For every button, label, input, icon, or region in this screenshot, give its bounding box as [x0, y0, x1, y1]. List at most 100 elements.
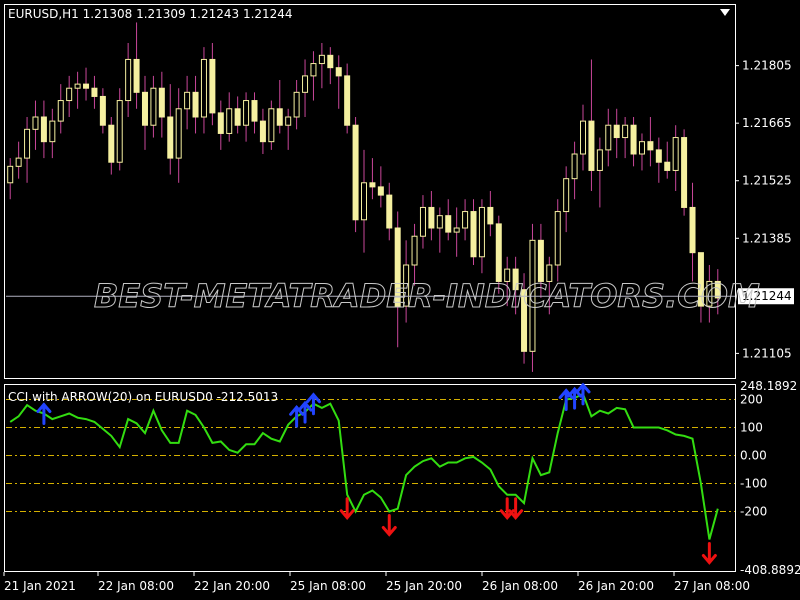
- candle-body-bear: [470, 211, 477, 258]
- price-tick-label: 1.21385: [742, 231, 792, 245]
- candle-body-bear: [537, 239, 544, 282]
- candle-body-bull: [580, 120, 587, 155]
- candle: [647, 117, 654, 167]
- candle: [150, 75, 157, 138]
- candle-body-bull: [453, 227, 460, 233]
- candle: [57, 84, 64, 134]
- candle-body-bear: [352, 124, 359, 221]
- candle-body-bull: [672, 137, 679, 171]
- candle: [40, 100, 47, 159]
- candle: [24, 117, 31, 183]
- candle: [462, 199, 469, 241]
- candle: [369, 158, 376, 200]
- candle-body-bear: [251, 100, 258, 122]
- candle-body-bull: [268, 108, 275, 143]
- candle: [268, 100, 275, 150]
- time-axis-label: 26 Jan 20:00: [578, 579, 654, 593]
- close-triangle-icon[interactable]: [720, 9, 730, 16]
- candle-body-bear: [259, 120, 266, 143]
- candle: [285, 108, 292, 150]
- cci-tick-label: -100: [740, 477, 767, 491]
- candle: [184, 75, 191, 130]
- candle-body-bull: [411, 235, 418, 266]
- candle-body-bear: [664, 161, 671, 171]
- candle-body-bear: [234, 108, 241, 126]
- candle-body-bull: [478, 206, 485, 258]
- candle: [655, 137, 662, 183]
- time-axis-label: 27 Jan 08:00: [674, 579, 750, 593]
- candle: [419, 195, 426, 249]
- candle-body-bull: [150, 87, 157, 126]
- candle-body-bear: [327, 54, 334, 69]
- candle: [259, 108, 266, 154]
- price-tick-label: 1.21805: [742, 59, 792, 73]
- candle: [580, 104, 587, 171]
- candle-body-bull: [32, 116, 39, 130]
- candle: [133, 22, 140, 109]
- candle-body-bull: [57, 100, 64, 122]
- candle-body-bull: [436, 215, 443, 229]
- time-axis-label: 25 Jan 20:00: [386, 579, 462, 593]
- candle: [158, 71, 165, 138]
- candle: [664, 141, 671, 179]
- candle-body-bear: [588, 120, 595, 171]
- sell-arrow-icon: [508, 497, 524, 521]
- candle-body-bear: [91, 87, 98, 97]
- candle: [302, 59, 309, 117]
- candle: [386, 182, 393, 241]
- candle: [209, 43, 216, 126]
- chart-canvas[interactable]: 1.218051.216651.215251.213851.211051.212…: [0, 0, 800, 600]
- candle: [200, 47, 207, 134]
- candle-body-bear: [209, 58, 216, 114]
- main-panel-frame: [4, 4, 736, 379]
- candle: [167, 84, 174, 175]
- candle: [276, 80, 283, 134]
- candle: [377, 166, 384, 208]
- candle: [588, 59, 595, 191]
- sell-arrow-icon: [381, 514, 397, 537]
- candle: [91, 75, 98, 109]
- buy-arrow-icon: [305, 392, 321, 416]
- candle: [217, 100, 224, 150]
- candle: [7, 158, 14, 200]
- candle-body-bull: [318, 54, 325, 65]
- candle-body-bull: [184, 91, 191, 110]
- candle-body-bear: [487, 206, 494, 225]
- candle: [234, 96, 241, 134]
- candle-body-bull: [226, 108, 233, 134]
- sell-arrow-icon: [701, 542, 717, 565]
- candle-body-bull: [293, 91, 300, 118]
- candle: [638, 133, 645, 171]
- candle-body-bear: [647, 141, 654, 151]
- candle-body-bull: [605, 124, 612, 151]
- candle: [15, 141, 22, 179]
- candle: [318, 43, 325, 89]
- cci-tick-label: 100: [740, 420, 763, 434]
- candle: [32, 100, 39, 150]
- candle: [445, 199, 452, 241]
- candle-body-bear: [40, 116, 47, 143]
- cci-tick-label: 248.1892: [740, 379, 797, 393]
- candle: [681, 129, 688, 216]
- candle: [66, 75, 73, 117]
- candle: [251, 92, 258, 134]
- candle-body-bull: [285, 116, 292, 126]
- candle: [99, 88, 106, 134]
- candle-body-bull: [361, 182, 367, 221]
- time-axis-label: 22 Jan 08:00: [98, 579, 174, 593]
- candle-body-bull: [116, 100, 123, 163]
- candle-body-bear: [141, 91, 148, 126]
- cci-tick-label: 200: [740, 392, 763, 406]
- watermark-text: BEST-METATRADER-INDICATORS.COM: [94, 277, 760, 315]
- candle: [478, 199, 485, 274]
- candle: [344, 63, 351, 134]
- candle: [622, 117, 629, 159]
- candle-body-bull: [419, 206, 426, 237]
- candle: [605, 108, 612, 167]
- candle-body-bull: [74, 83, 81, 89]
- cci-line: [9, 392, 719, 540]
- candle-body-bull: [200, 58, 207, 118]
- candle: [563, 166, 570, 233]
- candle: [83, 67, 90, 101]
- candle-body-bear: [386, 194, 393, 229]
